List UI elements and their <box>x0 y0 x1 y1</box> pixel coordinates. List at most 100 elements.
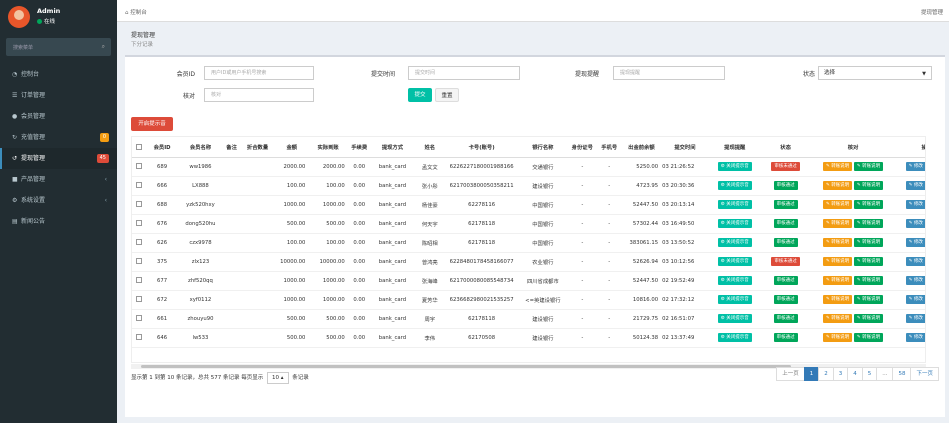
sidebar-item-orders[interactable]: ☰ 订单管理 <box>0 85 117 106</box>
sidebar-item-dashboard[interactable]: ◔ 控制台 <box>0 64 117 85</box>
col-header[interactable]: 提交时间 <box>661 137 709 158</box>
col-header[interactable]: 操作 <box>895 137 925 158</box>
transfer-note-button[interactable]: ✎ 转账说明 <box>822 333 853 342</box>
modify-button[interactable]: ✎ 修改 <box>905 333 925 342</box>
close-remind-button[interactable]: ⚙ 关闭提示音 <box>717 181 752 190</box>
transfer-note-button[interactable]: ✎ 转账说明 <box>822 162 853 171</box>
modify-button[interactable]: ✎ 修改 <box>905 276 925 285</box>
transfer-note-button[interactable]: ✎ 转账说明 <box>822 314 853 323</box>
transfer-note-button[interactable]: ✎ 转账说明 <box>822 276 853 285</box>
sidebar-item-products[interactable]: ■ 产品管理 ‹ <box>0 169 117 190</box>
sidebar-item-withdraw[interactable]: ↺ 提现管理 45 <box>0 148 117 169</box>
transfer-note-button[interactable]: ✎ 转账说明 <box>822 181 853 190</box>
search-icon[interactable]: ⌕ <box>102 43 105 51</box>
sidebar-item-settings[interactable]: ⚙ 系统设置 ‹ <box>0 190 117 211</box>
transfer-review-button[interactable]: ✎ 转账说明 <box>853 314 884 323</box>
row-checkbox[interactable] <box>132 328 147 348</box>
transfer-review-button[interactable]: ✎ 转账说明 <box>853 162 884 171</box>
transfer-note-button[interactable]: ✎ 转账说明 <box>822 295 853 304</box>
scrollbar-thumb[interactable] <box>141 365 791 368</box>
modify-button[interactable]: ✎ 修改 <box>905 314 925 323</box>
open-remind-button[interactable]: 开启提示音 <box>131 117 173 131</box>
page-size-select[interactable]: 10 ▴ <box>267 371 289 384</box>
sidebar-search-input[interactable]: 搜索菜单 ⌕ <box>6 38 111 56</box>
row-checkbox[interactable] <box>132 195 147 215</box>
col-header[interactable]: 手续费 <box>347 137 371 158</box>
reset-button[interactable]: 重置 <box>435 88 459 102</box>
page-button[interactable]: 58 <box>892 367 912 381</box>
modify-button[interactable]: ✎ 修改 <box>905 295 925 304</box>
page-button[interactable]: 1 <box>803 367 820 381</box>
page-button[interactable]: 4 <box>847 367 863 381</box>
transfer-review-button[interactable]: ✎ 转账说明 <box>853 238 884 247</box>
row-checkbox[interactable] <box>132 290 147 310</box>
row-checkbox[interactable] <box>132 214 147 234</box>
modify-button[interactable]: ✎ 修改 <box>905 257 925 266</box>
sidebar-item-members[interactable]: ● 会员管理 <box>0 106 117 127</box>
modify-button[interactable]: ✎ 修改 <box>905 238 925 247</box>
close-remind-button[interactable]: ⚙ 关闭提示音 <box>717 314 752 323</box>
col-header[interactable]: 身份证号 <box>567 137 597 158</box>
col-header[interactable]: 姓名 <box>414 137 446 158</box>
sidebar-item-recharge[interactable]: ↻ 充值管理 0 <box>0 127 117 148</box>
transfer-review-button[interactable]: ✎ 转账说明 <box>853 200 884 209</box>
col-header[interactable]: 会员名称 <box>177 137 224 158</box>
select-all-checkbox[interactable] <box>132 137 147 158</box>
breadcrumb[interactable]: ⌂ 控制台 <box>125 8 147 16</box>
transfer-note-button[interactable]: ✎ 转账说明 <box>822 257 853 266</box>
row-checkbox[interactable] <box>132 233 147 253</box>
sidebar-item-label: 充值管理 <box>21 134 46 141</box>
page-button[interactable]: 3 <box>832 367 849 381</box>
prev-page-button[interactable]: 上一页 <box>776 367 805 381</box>
row-checkbox[interactable] <box>132 157 147 177</box>
transfer-note-button[interactable]: ✎ 转账说明 <box>822 238 853 247</box>
close-remind-button[interactable]: ⚙ 关闭提示音 <box>717 276 752 285</box>
col-header[interactable]: 金额 <box>275 137 309 158</box>
sidebar-item-news[interactable]: ▤ 新闻公告 <box>0 211 117 232</box>
col-header[interactable]: 提现方式 <box>370 137 415 158</box>
col-header[interactable]: 状态 <box>760 137 811 158</box>
close-remind-button[interactable]: ⚙ 关闭提示音 <box>717 162 752 171</box>
modify-button[interactable]: ✎ 修改 <box>905 162 925 171</box>
remind-input[interactable]: 提现提醒 <box>613 66 725 80</box>
col-header[interactable]: 提现提醒 <box>708 137 761 158</box>
col-header[interactable]: 会员ID <box>146 137 178 158</box>
close-remind-button[interactable]: ⚙ 关闭提示音 <box>717 333 752 342</box>
submit-button[interactable]: 提交 <box>408 88 432 102</box>
row-checkbox[interactable] <box>132 176 147 196</box>
close-remind-button[interactable]: ⚙ 关闭提示音 <box>717 295 752 304</box>
close-remind-button[interactable]: ⚙ 关闭提示音 <box>717 200 752 209</box>
transfer-note-button[interactable]: ✎ 转账说明 <box>822 200 853 209</box>
verify-input[interactable]: 核对 <box>204 88 314 102</box>
row-checkbox[interactable] <box>132 271 147 291</box>
transfer-review-button[interactable]: ✎ 转账说明 <box>853 181 884 190</box>
transfer-review-button[interactable]: ✎ 转账说明 <box>853 276 884 285</box>
modify-button[interactable]: ✎ 修改 <box>905 200 925 209</box>
page-button[interactable]: 5 <box>861 367 878 381</box>
col-header[interactable]: 手机号 <box>596 137 622 158</box>
close-remind-button[interactable]: ⚙ 关闭提示音 <box>717 238 752 247</box>
col-header[interactable]: 备注 <box>223 137 240 158</box>
transfer-review-button[interactable]: ✎ 转账说明 <box>853 295 884 304</box>
submit-time-input[interactable]: 提交时间 <box>408 66 520 80</box>
close-remind-button[interactable]: ⚙ 关闭提示音 <box>717 219 752 228</box>
transfer-review-button[interactable]: ✎ 转账说明 <box>853 219 884 228</box>
page-button[interactable]: 2 <box>818 367 834 381</box>
close-remind-button[interactable]: ⚙ 关闭提示音 <box>717 257 752 266</box>
transfer-note-button[interactable]: ✎ 转账说明 <box>822 219 853 228</box>
transfer-review-button[interactable]: ✎ 转账说明 <box>853 257 884 266</box>
col-header[interactable]: 卡号(账号) <box>445 137 518 158</box>
row-checkbox[interactable] <box>132 309 147 329</box>
member-id-input[interactable]: 用户ID或用户手机号搜索 <box>204 66 314 80</box>
col-header[interactable]: 实际到账 <box>308 137 348 158</box>
modify-button[interactable]: ✎ 修改 <box>905 181 925 190</box>
row-checkbox[interactable] <box>132 252 147 272</box>
col-header[interactable]: 银行名称 <box>517 137 568 158</box>
col-header[interactable]: 核对 <box>810 137 896 158</box>
status-select[interactable]: 选择 ▼ <box>818 66 932 80</box>
next-page-button[interactable]: 下一页 <box>910 367 939 381</box>
col-header[interactable]: 折合数量 <box>239 137 276 158</box>
transfer-review-button[interactable]: ✎ 转账说明 <box>853 333 884 342</box>
modify-button[interactable]: ✎ 修改 <box>905 219 925 228</box>
col-header[interactable]: 出金前余额 <box>621 137 662 158</box>
